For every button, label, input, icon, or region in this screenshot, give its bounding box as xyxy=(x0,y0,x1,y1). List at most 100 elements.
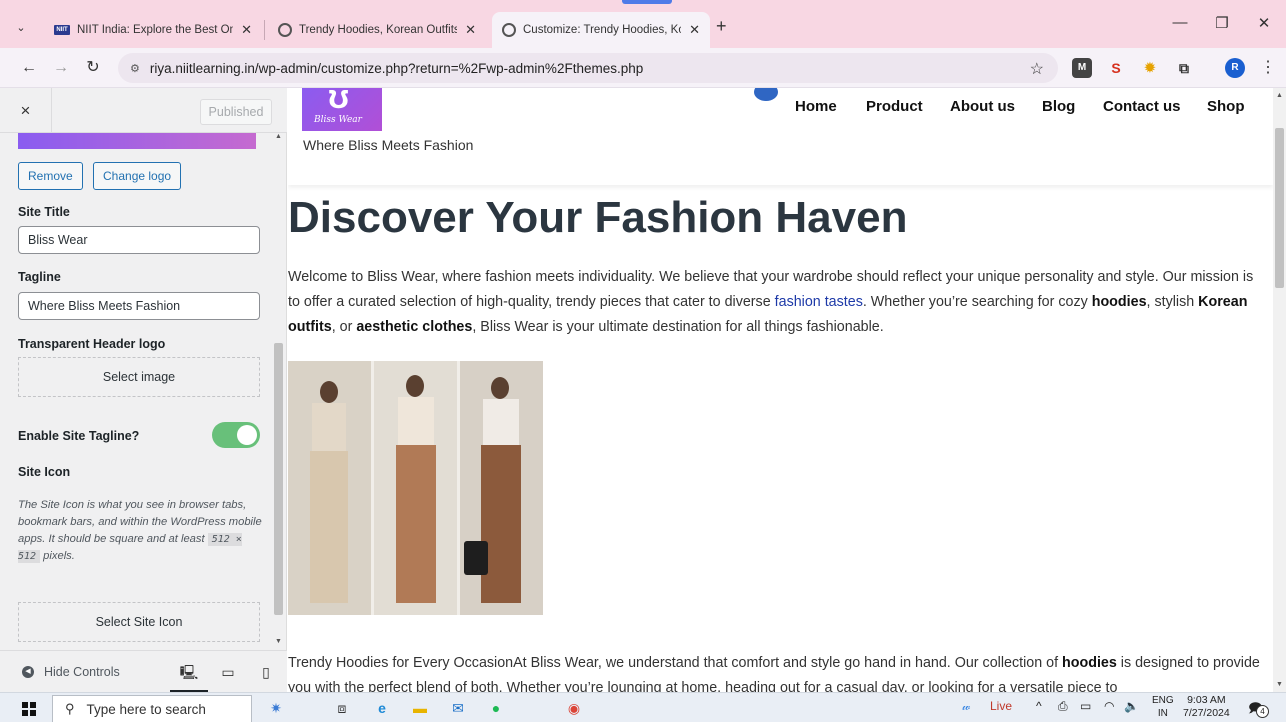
search-placeholder: Type here to search xyxy=(86,701,206,717)
scroll-down-icon[interactable]: ▼ xyxy=(272,638,285,650)
tab-title: Trendy Hoodies, Korean Outfits xyxy=(299,24,458,36)
site-settings-icon[interactable]: ⚙ xyxy=(130,62,140,75)
enable-tagline-label: Enable Site Tagline? xyxy=(18,429,140,443)
hero-title: Discover Your Fashion Haven xyxy=(288,193,908,242)
battery-icon[interactable]: ▭ xyxy=(1080,699,1091,713)
figure-head xyxy=(491,377,509,399)
site-header: ʊ Bliss Wear Where Bliss Meets Fashion H… xyxy=(288,88,1273,185)
toggle-knob xyxy=(237,425,257,445)
wifi-icon[interactable]: ◠ xyxy=(1104,699,1114,713)
sidebar-scrollbar[interactable]: ▲ ▼ xyxy=(272,133,285,650)
search-icon: ⚲ xyxy=(65,701,75,716)
preview-scrollbar[interactable]: ▲ ▼ xyxy=(1273,88,1286,692)
restore-icon[interactable]: ❐ xyxy=(1212,14,1232,32)
region-code: IN xyxy=(1157,708,1168,719)
eiffel-tower-widget-icon[interactable]: ✷ xyxy=(258,697,294,719)
new-tab-button[interactable]: + xyxy=(716,16,727,37)
nav-shop[interactable]: Shop xyxy=(1207,98,1245,115)
forward-arrow-icon[interactable]: → xyxy=(50,57,72,79)
clock-date: 7/27/2024 xyxy=(1183,707,1230,719)
address-bar[interactable]: ⚙ riya.niitlearning.in/wp-admin/customiz… xyxy=(118,53,1058,83)
weather-icon[interactable]: 𝓌 xyxy=(962,699,970,714)
mobile-preview-icon[interactable]: ▯ xyxy=(255,661,277,683)
hide-controls-button[interactable]: ◀ Hide Controls xyxy=(22,665,120,679)
select-site-icon-button[interactable]: Select Site Icon xyxy=(18,602,260,642)
fashion-tastes-link[interactable]: fashion tastes xyxy=(775,294,863,310)
volume-icon[interactable]: 🔈 xyxy=(1124,699,1139,713)
nav-product[interactable]: Product xyxy=(866,98,923,115)
window-close-icon[interactable]: ✕ xyxy=(1254,14,1274,32)
back-arrow-icon[interactable]: ← xyxy=(18,57,40,79)
tab-group-indicator xyxy=(622,0,672,4)
profile-avatar[interactable]: R xyxy=(1225,58,1245,78)
mail-icon[interactable]: ✉ xyxy=(446,697,470,719)
desktop-preview-icon[interactable]: 🖳 xyxy=(170,661,208,693)
tray-chevron-icon[interactable]: ^ xyxy=(1036,699,1042,713)
nav-home[interactable]: Home xyxy=(795,98,837,115)
bookmark-star-icon[interactable]: ☆ xyxy=(1030,59,1044,79)
niit-logo-icon: NIIT xyxy=(54,25,70,35)
extension-s-icon[interactable]: S xyxy=(1106,58,1126,78)
edit-shortcut-icon[interactable] xyxy=(754,88,778,101)
file-explorer-icon[interactable]: ▬ xyxy=(408,697,432,719)
browser-tab-customize[interactable]: Customize: Trendy Hoodies, Kor ✕ xyxy=(492,12,710,48)
notification-center-icon[interactable]: 🗩 4 xyxy=(1248,699,1269,718)
browser-tab-niit[interactable]: NIIT NIIT India: Explore the Best Onli ✕ xyxy=(44,12,262,48)
tab-title: Customize: Trendy Hoodies, Kor xyxy=(523,24,682,36)
published-button[interactable]: Published xyxy=(200,99,272,125)
extension-m-icon[interactable]: M xyxy=(1072,58,1092,78)
browser-menu-icon[interactable]: ⋮ xyxy=(1260,57,1276,77)
edge-browser-icon[interactable]: e xyxy=(370,697,394,719)
select-image-button[interactable]: Select image xyxy=(18,357,260,397)
spotify-icon[interactable]: ● xyxy=(484,697,508,719)
logo-script-text: Bliss Wear xyxy=(314,115,362,125)
remove-logo-button[interactable]: Remove xyxy=(18,162,83,190)
extensions-puzzle-icon[interactable]: ⧉ xyxy=(1174,58,1194,78)
intro-text-5: , Bliss Wear is your ultimate destinatio… xyxy=(472,319,884,335)
scroll-up-icon[interactable]: ▲ xyxy=(1273,92,1286,99)
intro-text-3: , stylish xyxy=(1146,294,1199,310)
site-preview: ʊ Bliss Wear Where Bliss Meets Fashion H… xyxy=(288,88,1273,692)
taskbar-search[interactable]: ⚲ Type here to search xyxy=(52,695,252,722)
enable-tagline-toggle[interactable] xyxy=(212,422,260,448)
customizer-header: × Published xyxy=(0,88,287,133)
system-clock[interactable]: 9:03 AM 7/27/2024 xyxy=(1183,694,1230,720)
site-tagline: Where Bliss Meets Fashion xyxy=(303,137,474,153)
close-icon[interactable]: ✕ xyxy=(689,22,700,38)
scroll-down-icon[interactable]: ▼ xyxy=(1273,681,1286,688)
notification-count-badge: 4 xyxy=(1256,705,1269,718)
chrome-icon[interactable]: ◉ xyxy=(562,697,586,719)
close-icon[interactable]: ✕ xyxy=(241,22,252,38)
figure-head xyxy=(320,381,338,403)
scroll-up-icon[interactable]: ▲ xyxy=(272,133,285,145)
site-title-input[interactable] xyxy=(18,226,260,254)
language-indicator[interactable]: ENG IN xyxy=(1152,694,1174,720)
tab-search-chevron-icon[interactable]: ⌄ xyxy=(8,14,34,40)
scrollbar-thumb[interactable] xyxy=(274,343,283,615)
site-logo[interactable]: ʊ Bliss Wear xyxy=(302,88,382,131)
close-customizer-button[interactable]: × xyxy=(0,88,52,133)
live-weather-label[interactable]: Live xyxy=(990,699,1012,713)
meet-now-icon[interactable]: ⎙ xyxy=(1058,699,1068,714)
windows-start-icon[interactable] xyxy=(22,702,36,716)
url-text: riya.niitlearning.in/wp-admin/customize.… xyxy=(149,60,644,76)
scrollbar-thumb[interactable] xyxy=(1275,128,1284,288)
task-view-icon[interactable]: ⧈ xyxy=(330,697,354,719)
nav-contact-us[interactable]: Contact us xyxy=(1103,98,1181,115)
extension-sun-icon[interactable]: ✹ xyxy=(1140,58,1160,78)
nav-about-us[interactable]: About us xyxy=(950,98,1015,115)
globe-icon xyxy=(502,23,516,37)
intro-bold-hoodies: hoodies xyxy=(1091,294,1147,310)
change-logo-button[interactable]: Change logo xyxy=(93,162,182,190)
customizer-sidebar: × Published Remove Change logo Site Titl… xyxy=(0,88,287,693)
browser-tab-trendy-hoodies[interactable]: Trendy Hoodies, Korean Outfits ✕ xyxy=(268,12,486,48)
nav-blog[interactable]: Blog xyxy=(1042,98,1075,115)
close-icon[interactable]: ✕ xyxy=(465,22,476,38)
minimize-icon[interactable]: — xyxy=(1170,14,1190,31)
reload-icon[interactable]: ↻ xyxy=(82,57,104,79)
tablet-preview-icon[interactable]: ▭ xyxy=(217,661,239,683)
section2-bold-hoodies: hoodies xyxy=(1062,655,1117,671)
clock-time: 9:03 AM xyxy=(1187,694,1226,706)
tagline-input[interactable] xyxy=(18,292,260,320)
fashion-photo xyxy=(288,361,543,615)
